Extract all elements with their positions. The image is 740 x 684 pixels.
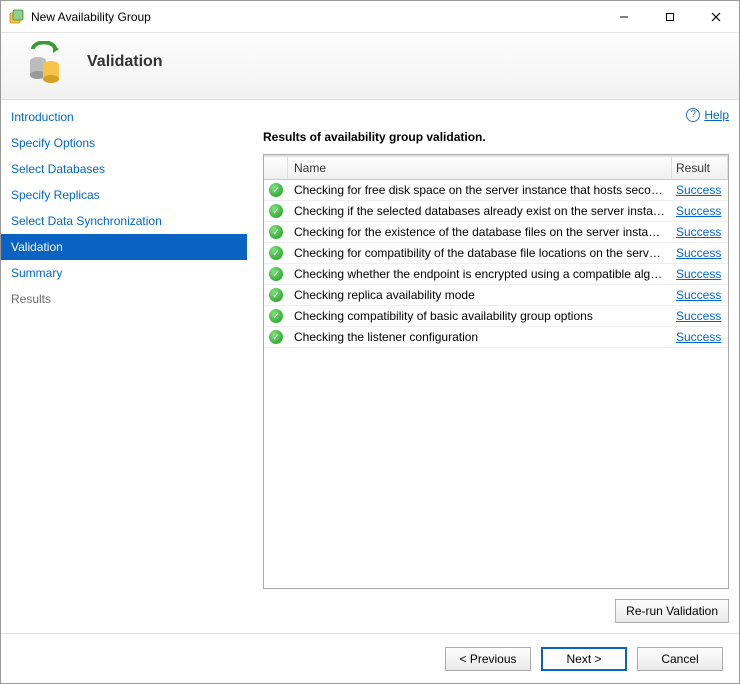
minimize-button[interactable]: [601, 1, 647, 32]
status-icon-cell: ✓: [264, 267, 288, 281]
col-name-header[interactable]: Name: [288, 157, 672, 179]
rerun-validation-button[interactable]: Re-run Validation: [615, 599, 729, 623]
check-result: Success: [672, 263, 728, 285]
check-name: Checking whether the endpoint is encrypt…: [288, 267, 672, 281]
table-row: ✓ Checking whether the endpoint is encryp…: [264, 264, 728, 285]
header: Validation: [1, 33, 739, 100]
body: Introduction Specify Options Select Data…: [1, 100, 739, 633]
result-link[interactable]: Success: [676, 288, 721, 302]
result-link[interactable]: Success: [676, 204, 721, 218]
success-icon: ✓: [269, 330, 283, 344]
success-icon: ✓: [269, 183, 283, 197]
window-controls: [601, 1, 739, 32]
result-link[interactable]: Success: [676, 183, 721, 197]
success-icon: ✓: [269, 309, 283, 323]
status-icon-cell: ✓: [264, 288, 288, 302]
sidebar: Introduction Specify Options Select Data…: [1, 100, 247, 633]
table-row: ✓ Checking the listener configuration Succ…: [264, 327, 728, 348]
col-status: [264, 157, 288, 179]
check-result: Success: [672, 200, 728, 222]
sidebar-item-validation[interactable]: Validation: [1, 234, 247, 260]
sidebar-item-results: Results: [1, 286, 247, 312]
table-row: ✓ Checking replica availability mode Succe…: [264, 285, 728, 306]
table-row: ✓ Checking compatibility of basic availab…: [264, 306, 728, 327]
status-icon-cell: ✓: [264, 225, 288, 239]
help-icon: ?: [686, 108, 700, 122]
table-row: ✓ Checking if the selected databases alre…: [264, 201, 728, 222]
validation-grid: Name Result ✓ Checking for free disk spac…: [263, 154, 729, 589]
grid-body: ✓ Checking for free disk space on the ser…: [264, 180, 728, 588]
wizard-window: New Availability Group: [0, 0, 740, 684]
wizard-footer: < Previous Next > Cancel: [1, 633, 739, 683]
help-row: ? Help: [263, 108, 729, 128]
validation-actions: Re-run Validation: [263, 589, 729, 623]
status-icon-cell: ✓: [264, 309, 288, 323]
check-name: Checking for compatibility of the databa…: [288, 246, 672, 260]
maximize-button[interactable]: [647, 1, 693, 32]
success-icon: ✓: [269, 288, 283, 302]
check-name: Checking for the existence of the databa…: [288, 225, 672, 239]
success-icon: ✓: [269, 267, 283, 281]
result-link[interactable]: Success: [676, 225, 721, 239]
check-result: Success: [672, 305, 728, 327]
sidebar-item-select-databases[interactable]: Select Databases: [1, 156, 247, 182]
status-icon-cell: ✓: [264, 183, 288, 197]
table-row: ✓ Checking for the existence of the datab…: [264, 222, 728, 243]
status-icon-cell: ✓: [264, 330, 288, 344]
result-link[interactable]: Success: [676, 267, 721, 281]
success-icon: ✓: [269, 204, 283, 218]
result-link[interactable]: Success: [676, 330, 721, 344]
check-result: Success: [672, 180, 728, 201]
sidebar-item-specify-options[interactable]: Specify Options: [1, 130, 247, 156]
check-name: Checking the listener configuration: [288, 330, 672, 344]
sidebar-item-summary[interactable]: Summary: [1, 260, 247, 286]
status-icon-cell: ✓: [264, 246, 288, 260]
check-name: Checking if the selected databases alrea…: [288, 204, 672, 218]
titlebar: New Availability Group: [1, 1, 739, 33]
close-button[interactable]: [693, 1, 739, 32]
result-link[interactable]: Success: [676, 246, 721, 260]
check-result: Success: [672, 221, 728, 243]
previous-button[interactable]: < Previous: [445, 647, 531, 671]
main-panel: ? Help Results of availability group val…: [247, 100, 739, 633]
wizard-header-icon: [25, 41, 67, 83]
check-name: Checking replica availability mode: [288, 288, 672, 302]
status-icon-cell: ✓: [264, 204, 288, 218]
page-title: Validation: [87, 53, 163, 71]
sidebar-item-introduction[interactable]: Introduction: [1, 104, 247, 130]
check-name: Checking for free disk space on the serv…: [288, 183, 672, 197]
cancel-button[interactable]: Cancel: [637, 647, 723, 671]
check-result: Success: [672, 284, 728, 306]
help-link[interactable]: Help: [704, 108, 729, 122]
grid-header: Name Result: [264, 155, 728, 180]
check-result: Success: [672, 242, 728, 264]
check-result: Success: [672, 326, 728, 348]
table-row: ✓ Checking for free disk space on the ser…: [264, 180, 728, 201]
result-link[interactable]: Success: [676, 309, 721, 323]
validation-subtitle: Results of availability group validation…: [263, 128, 729, 154]
app-icon: [9, 9, 25, 25]
sidebar-item-specify-replicas[interactable]: Specify Replicas: [1, 182, 247, 208]
table-row: ✓ Checking for compatibility of the datab…: [264, 243, 728, 264]
check-name: Checking compatibility of basic availabi…: [288, 309, 672, 323]
success-icon: ✓: [269, 246, 283, 260]
success-icon: ✓: [269, 225, 283, 239]
next-button[interactable]: Next >: [541, 647, 627, 671]
col-result-header[interactable]: Result: [672, 157, 728, 179]
sidebar-item-select-data-sync[interactable]: Select Data Synchronization: [1, 208, 247, 234]
window-title: New Availability Group: [31, 10, 601, 24]
